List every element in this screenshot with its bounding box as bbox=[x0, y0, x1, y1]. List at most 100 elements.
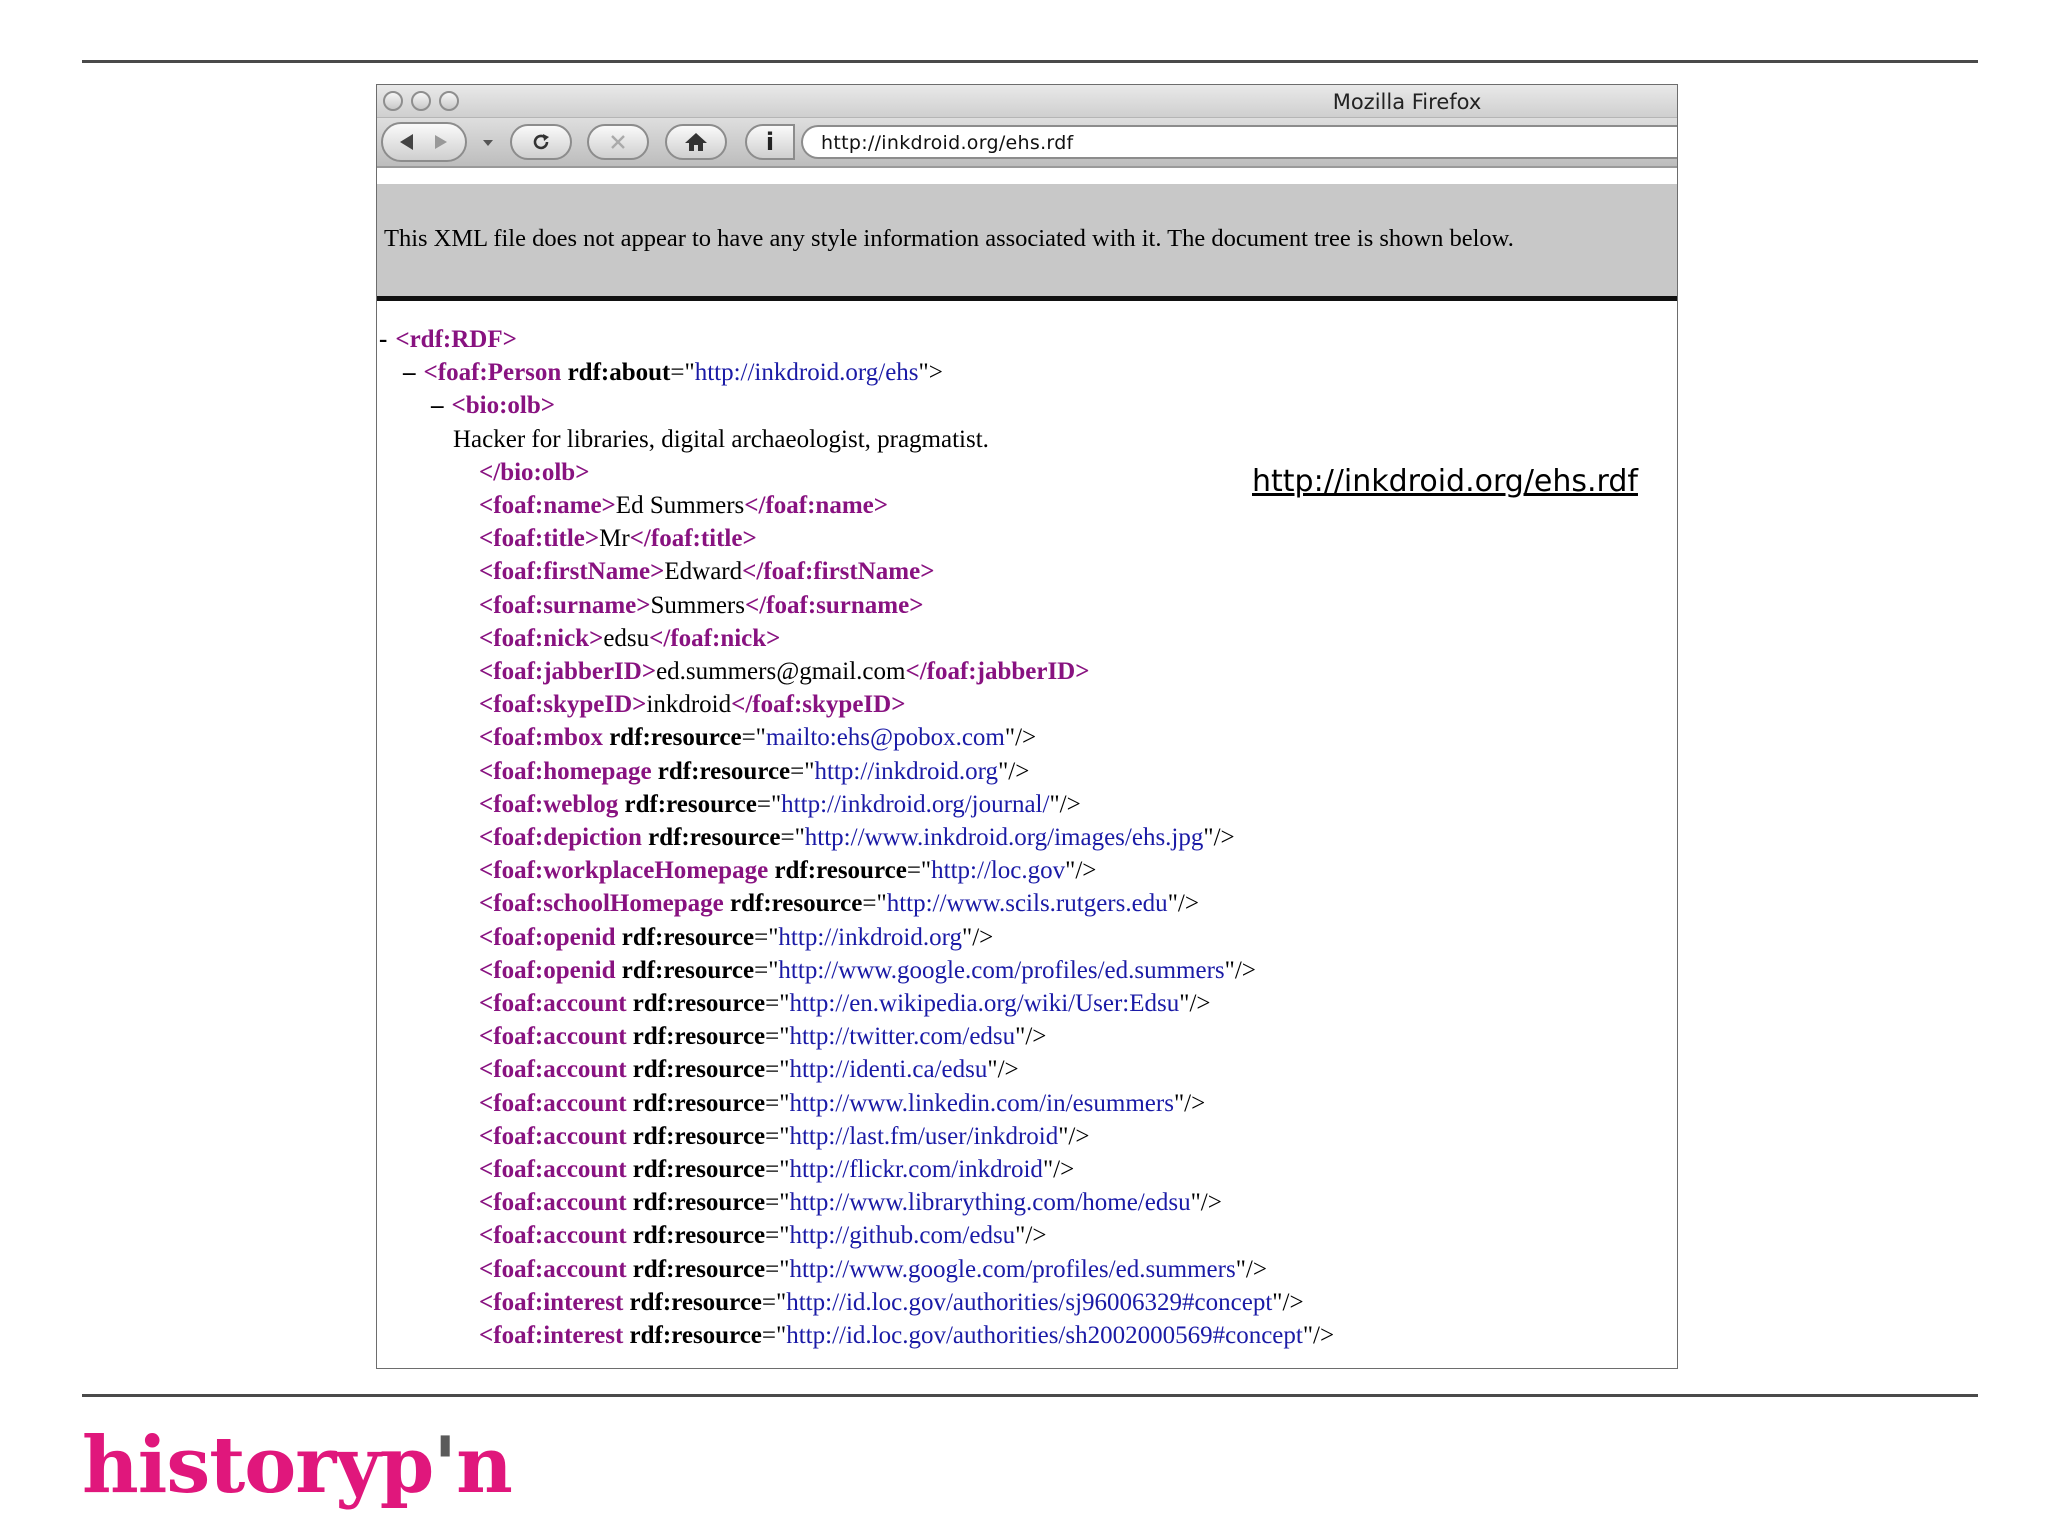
attribute-name: rdf:resource bbox=[602, 724, 742, 752]
xml-line: <foaf:account rdf:resource="http://flick… bbox=[479, 1153, 1074, 1186]
attribute-value: http://www.scils.rutgers.edu bbox=[886, 890, 1168, 918]
xml-tag: </foaf:jabberID> bbox=[905, 658, 1090, 685]
xml-tag: <foaf:title> bbox=[479, 525, 600, 553]
collapse-toggle[interactable]: - bbox=[379, 326, 387, 353]
stop-icon bbox=[611, 135, 625, 149]
home-button[interactable] bbox=[665, 124, 727, 160]
xml-line: – <bio:olb> bbox=[431, 389, 555, 422]
attribute-value: http://inkdroid.org/journal/ bbox=[781, 790, 1050, 818]
xml-tag: <foaf:account bbox=[479, 990, 627, 1017]
xml-tag: </foaf:surname> bbox=[744, 591, 924, 619]
attribute-name: rdf:resource bbox=[626, 1023, 766, 1051]
xml-line: </bio:olb> bbox=[479, 456, 589, 489]
xml-tag: <foaf:nick> bbox=[479, 624, 604, 652]
info-icon: i bbox=[765, 128, 775, 156]
attribute-value: mailto:ehs@pobox.com bbox=[765, 724, 1005, 752]
text-node: "/> bbox=[1015, 1023, 1047, 1051]
xml-tag: <foaf:name> bbox=[479, 492, 616, 519]
xml-tag: <foaf:surname> bbox=[479, 591, 651, 619]
text-node: inkdroid bbox=[646, 691, 732, 719]
url-field[interactable]: http://inkdroid.org/ehs.rdf bbox=[801, 125, 1677, 159]
text-node: =" bbox=[780, 824, 805, 851]
attribute-name: rdf:resource bbox=[626, 1156, 766, 1183]
attribute-name: rdf:about bbox=[561, 359, 671, 387]
attribute-name: rdf:resource bbox=[651, 757, 791, 785]
attribute-name: rdf:resource bbox=[723, 890, 863, 918]
xml-tag: <foaf:skypeID> bbox=[479, 691, 647, 719]
xml-tag: <foaf:jabberID> bbox=[479, 658, 657, 685]
attribute-value: http://www.google.com/profiles/ed.summer… bbox=[778, 956, 1225, 984]
collapse-toggle[interactable]: – bbox=[403, 359, 416, 386]
text-node: =" bbox=[790, 757, 815, 785]
top-divider bbox=[82, 60, 1978, 63]
zoom-window-icon[interactable] bbox=[439, 91, 459, 111]
attribute-value: http://www.inkdroid.org/images/ehs.jpg bbox=[804, 824, 1204, 851]
attribute-name: rdf:resource bbox=[626, 1189, 766, 1217]
xml-tag: <rdf:RDF> bbox=[395, 326, 517, 353]
xml-line: Hacker for libraries, digital archaeolog… bbox=[453, 423, 989, 456]
xml-line: <foaf:weblog rdf:resource="http://inkdro… bbox=[479, 788, 1081, 821]
text-node: Summers bbox=[650, 591, 745, 619]
xml-line: <foaf:mbox rdf:resource="mailto:ehs@pobo… bbox=[479, 721, 1036, 754]
text-node: =" bbox=[670, 359, 695, 387]
xml-tag: <foaf:schoolHomepage bbox=[479, 890, 724, 918]
forward-arrow-icon[interactable] bbox=[431, 132, 451, 152]
minimize-window-icon[interactable] bbox=[411, 91, 431, 111]
attribute-value: http://inkdroid.org bbox=[814, 757, 999, 785]
attribute-name: rdf:resource bbox=[615, 956, 755, 984]
site-info-button[interactable]: i bbox=[745, 124, 795, 160]
text-node: "/> bbox=[1272, 1288, 1304, 1316]
attribute-value: http://flickr.com/inkdroid bbox=[789, 1156, 1043, 1183]
attribute-name: rdf:resource bbox=[641, 824, 781, 851]
xml-line: <foaf:schoolHomepage rdf:resource="http:… bbox=[479, 887, 1199, 920]
text-node: "/> bbox=[1203, 824, 1235, 851]
text-node: "/> bbox=[1302, 1322, 1335, 1349]
xml-tag: <foaf:openid bbox=[479, 956, 616, 984]
attribute-value: http://www.google.com/profiles/ed.summer… bbox=[789, 1255, 1236, 1283]
collapse-toggle[interactable]: – bbox=[431, 392, 444, 419]
logo-text-end: n bbox=[456, 1420, 513, 1511]
text-node: Edward bbox=[664, 558, 743, 586]
text-node: "/> bbox=[1058, 1122, 1090, 1150]
close-window-icon[interactable] bbox=[383, 91, 403, 111]
xml-tag: </bio:olb> bbox=[479, 458, 590, 486]
text-node: "/> bbox=[987, 1056, 1019, 1084]
xml-tag: <foaf:account bbox=[479, 1089, 627, 1117]
stop-button[interactable] bbox=[587, 124, 649, 160]
xml-tag: </foaf:nick> bbox=[649, 624, 781, 652]
text-node: Mr bbox=[599, 525, 630, 553]
xml-tag: </foaf:skypeID> bbox=[731, 691, 906, 719]
logo-pin-mark: ' bbox=[433, 1420, 457, 1511]
text-node: Ed Summers bbox=[615, 492, 745, 519]
xml-tag: </foaf:title> bbox=[629, 525, 757, 553]
text-node: Hacker for libraries, digital archaeolog… bbox=[453, 425, 989, 453]
xml-line: <foaf:workplaceHomepage rdf:resource="ht… bbox=[479, 854, 1096, 887]
title-bar[interactable]: Mozilla Firefox bbox=[377, 85, 1677, 118]
window-title: Mozilla Firefox bbox=[1332, 90, 1482, 114]
xml-line: <foaf:name>Ed Summers</foaf:name> bbox=[479, 489, 888, 522]
attribute-value: http://loc.gov bbox=[931, 857, 1066, 885]
xml-line: <foaf:openid rdf:resource="http://www.go… bbox=[479, 954, 1256, 987]
xml-tag: <foaf:firstName> bbox=[479, 558, 665, 586]
xml-line: <foaf:account rdf:resource="http://ident… bbox=[479, 1053, 1019, 1086]
reload-button[interactable] bbox=[510, 124, 572, 160]
xml-tag: <foaf:account bbox=[479, 1189, 627, 1217]
history-dropdown-icon[interactable] bbox=[482, 138, 494, 148]
back-arrow-icon[interactable] bbox=[397, 132, 417, 152]
text-node: "/> bbox=[1235, 1255, 1267, 1283]
xml-tag: <foaf:mbox bbox=[479, 724, 603, 752]
attribute-value: http://en.wikipedia.org/wiki/User:Edsu bbox=[789, 990, 1180, 1017]
text-node: ed.summers@gmail.com bbox=[656, 658, 906, 685]
xml-tag: <foaf:openid bbox=[479, 923, 616, 951]
text-node: "/> bbox=[1042, 1156, 1075, 1183]
rdf-url-link[interactable]: http://inkdroid.org/ehs.rdf bbox=[1252, 464, 1638, 499]
attribute-value: http://id.loc.gov/authorities/sh20020005… bbox=[786, 1322, 1303, 1349]
text-node: "/> bbox=[1224, 956, 1256, 984]
attribute-value: http://www.librarything.com/home/edsu bbox=[789, 1189, 1191, 1217]
text-node: "/> bbox=[1015, 1222, 1047, 1250]
text-node: =" bbox=[862, 890, 887, 918]
xml-tag: <foaf:workplaceHomepage bbox=[479, 857, 769, 885]
attribute-value: http://github.com/edsu bbox=[789, 1222, 1016, 1250]
text-node: =" bbox=[765, 1156, 790, 1183]
xml-line: <foaf:jabberID>ed.summers@gmail.com</foa… bbox=[479, 655, 1089, 688]
